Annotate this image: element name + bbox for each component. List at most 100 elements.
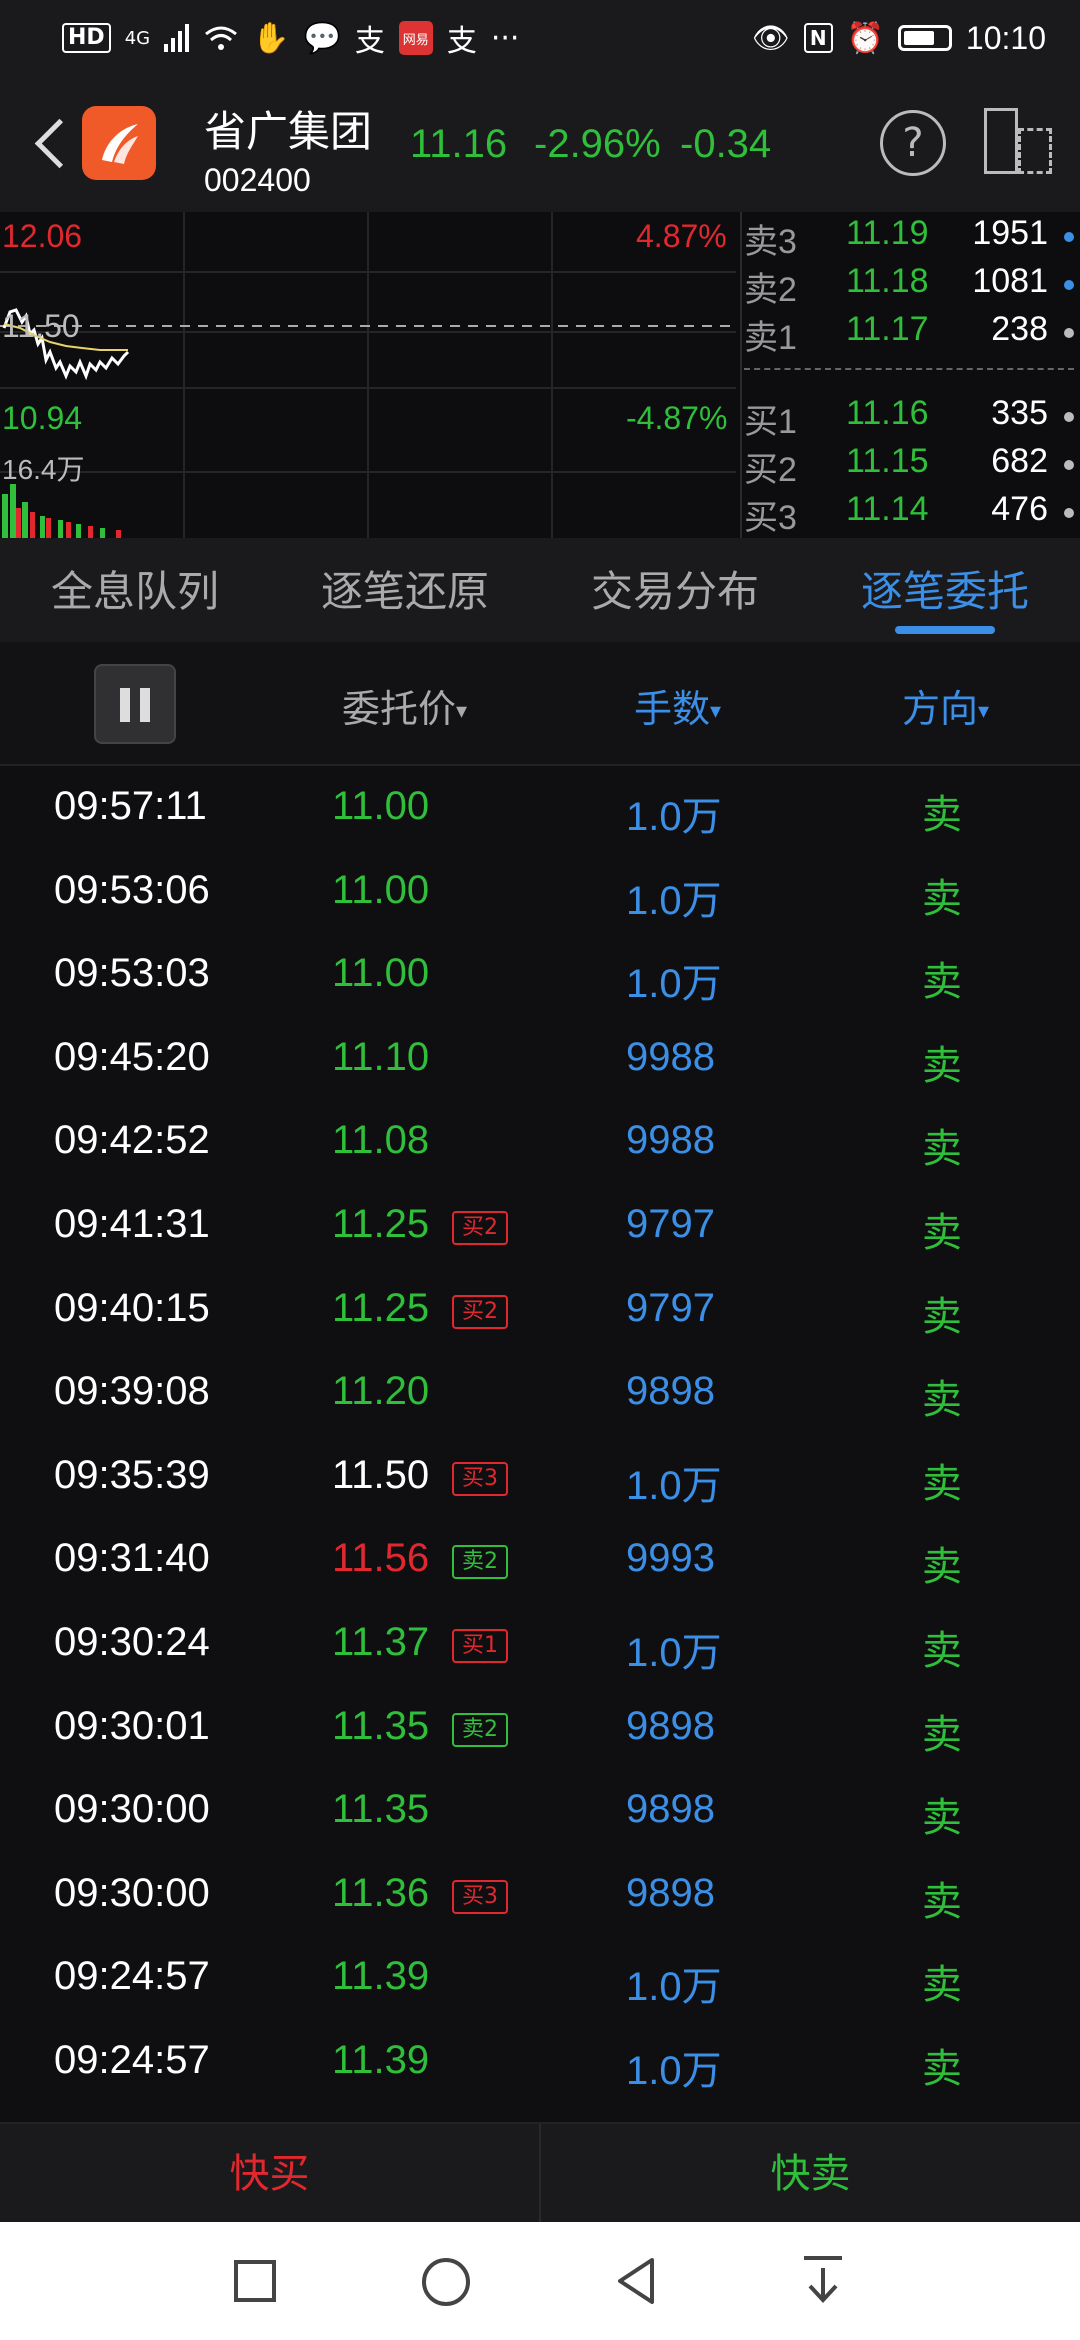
tab-tick-restore[interactable]: 逐笔还原 (270, 538, 540, 642)
order-row: 09:40:15 11.25 买2 9797 卖 (0, 1270, 1080, 1354)
intraday-minichart[interactable]: 12.06 4.87% 11.50 10.94 -4.87% 16.4万 (0, 212, 736, 538)
order-qty: 1.0万 (626, 2048, 722, 2093)
order-row: 09:24:57 11.39 1.0万 卖 (0, 1938, 1080, 2022)
tab-full-queue[interactable]: 全息队列 (0, 538, 270, 642)
notification-pulldown-icon[interactable] (798, 2252, 848, 2308)
wifi-icon (205, 26, 238, 50)
sort-direction[interactable]: 方向▾ (902, 678, 989, 733)
order-row: 09:57:11 11.00 1.0万 卖 (0, 768, 1080, 852)
order-price: 11.39 (332, 1954, 430, 1999)
order-price: 11.37 (332, 1619, 430, 1664)
pause-icon[interactable] (94, 664, 176, 744)
order-row: 09:31:40 11.56 卖2 9993 卖 (0, 1520, 1080, 1604)
quick-sell-button[interactable]: 快卖 (541, 2124, 1080, 2222)
stock-logo-icon (82, 106, 156, 180)
order-qty: 9898 (626, 1369, 715, 1414)
order-direction: 卖 (922, 959, 962, 1006)
order-level-badge: 卖2 (452, 1545, 508, 1580)
order-row: 09:30:00 11.35 9898 卖 (0, 1771, 1080, 1855)
order-qty: 1.0万 (626, 795, 722, 839)
home-button[interactable] (422, 2258, 470, 2306)
switch-layout-icon[interactable] (984, 108, 1052, 178)
alipay-icon: 支 (354, 24, 385, 59)
order-row: 09:42:52 11.08 9988 卖 (0, 1102, 1080, 1186)
order-time: 09:35:39 (54, 1452, 210, 1497)
order-qty: 9797 (626, 1285, 715, 1330)
quote-summary: 12.06 4.87% 11.50 10.94 -4.87% 16.4万 卖3 1… (0, 212, 1080, 538)
order-row: 09:24:57 11.39 1.0万 卖 (0, 2022, 1080, 2106)
stock-header: 省广集团 002400 11.16 -2.96% -0.34 ? (0, 76, 1080, 212)
order-time: 09:24:57 (54, 2037, 210, 2082)
help-button[interactable]: ? (880, 110, 946, 176)
order-time: 09:53:06 (54, 867, 210, 912)
order-direction: 卖 (922, 2045, 962, 2092)
chart-high-price: 12.06 (2, 218, 83, 254)
order-row: 09:39:08 11.20 9898 卖 (0, 1353, 1080, 1437)
detail-tabs: 全息队列 逐笔还原 交易分布 逐笔委托 (0, 538, 1080, 642)
order-time: 09:41:31 (54, 1201, 210, 1246)
order-level-badge: 买1 (452, 1628, 508, 1663)
order-time: 09:57:11 (54, 784, 207, 828)
order-qty: 9797 (626, 1201, 715, 1246)
order-direction: 卖 (922, 1711, 962, 1758)
order-direction: 卖 (922, 1293, 962, 1340)
order-time: 09:30:00 (54, 1870, 210, 1915)
alarm-icon: ⏰ (846, 20, 884, 56)
order-price: 11.50 (332, 1452, 430, 1497)
order-qty: 1.0万 (626, 1630, 722, 1675)
order-price: 11.39 (332, 2037, 430, 2082)
ask-row-3: 卖3 11.19 1951 (742, 214, 1080, 262)
bid-row-3: 买3 11.14 476 (742, 490, 1080, 538)
order-price: 11.35 (332, 1787, 430, 1832)
hd-indicator: HD (62, 23, 111, 53)
order-price: 11.25 (332, 1285, 430, 1330)
order-time: 09:31:40 (54, 1536, 210, 1581)
order-row: 09:53:03 11.00 1.0万 卖 (0, 935, 1080, 1019)
change-percent: -2.96% (534, 122, 661, 166)
wechat-icon: 💬 (303, 20, 341, 56)
order-qty: 9898 (626, 1787, 715, 1832)
more-notifications: ··· (490, 20, 520, 56)
hand-icon: ✋ (252, 20, 290, 56)
sort-price[interactable]: 委托价▾ (342, 678, 467, 733)
current-price: 11.16 (410, 122, 508, 166)
stock-name: 省广集团 (204, 107, 373, 156)
chart-low-price: 10.94 (2, 400, 83, 436)
sort-qty[interactable]: 手数▾ (634, 678, 721, 733)
order-direction: 卖 (922, 1878, 962, 1925)
order-time: 09:30:24 (54, 1619, 210, 1664)
clock: 10:10 (965, 19, 1046, 56)
tab-tick-orders[interactable]: 逐笔委托 (810, 538, 1080, 642)
back-button[interactable] (24, 112, 74, 178)
recents-button[interactable] (234, 2260, 276, 2302)
back-nav-button[interactable] (612, 2256, 662, 2306)
order-direction: 卖 (922, 875, 962, 922)
bid-row-2: 买2 11.15 682 (742, 442, 1080, 490)
order-time: 09:30:00 (54, 1787, 210, 1832)
order-price: 11.35 (332, 1703, 430, 1748)
order-list: 09:57:11 11.00 1.0万卖 09:53:06 11.00 1.0万卖 09:5… (0, 768, 1080, 2106)
order-level-badge: 买3 (452, 1461, 508, 1496)
status-bar: HD 4G ✋ 💬 支 网易 支 ··· 👁 N ⏰ 10:10 (0, 0, 1080, 76)
order-direction: 卖 (922, 792, 962, 838)
order-direction: 卖 (922, 1627, 962, 1674)
order-level-badge: 买3 (452, 1879, 508, 1914)
order-row: 09:35:39 11.50 买3 1.0万 卖 (0, 1437, 1080, 1521)
order-price: 11.00 (332, 867, 430, 912)
order-row: 09:30:00 11.36 买3 9898 卖 (0, 1855, 1080, 1939)
order-time: 09:53:03 (54, 951, 210, 996)
order-row: 09:30:01 11.35 卖2 9898 卖 (0, 1688, 1080, 1772)
chart-mid-price: 11.50 (2, 308, 80, 344)
order-time: 09:45:20 (54, 1034, 210, 1079)
order-direction: 卖 (922, 1126, 962, 1173)
order-qty: 1.0万 (626, 1965, 722, 2010)
signal-icon (164, 24, 190, 52)
nfc-icon: N (803, 23, 833, 53)
ask-row-1: 卖1 11.17 238 (742, 310, 1080, 358)
order-direction: 卖 (922, 1377, 962, 1424)
order-level-badge: 买2 (452, 1210, 508, 1245)
quick-trade-bar: 快买 快卖 (0, 2122, 1080, 2222)
quick-buy-button[interactable]: 快买 (0, 2124, 541, 2222)
tab-trade-distribution[interactable]: 交易分布 (540, 538, 810, 642)
order-direction: 卖 (922, 1042, 962, 1089)
